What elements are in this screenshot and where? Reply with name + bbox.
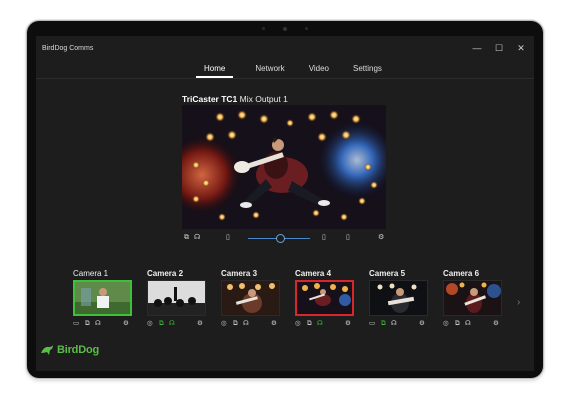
headphones-icon[interactable]: ☊	[391, 320, 397, 328]
gear-icon[interactable]: ⚙	[345, 320, 351, 328]
gear-icon[interactable]: ⚙	[123, 320, 129, 328]
copy-icon[interactable]: ⧉	[233, 320, 238, 328]
copy-icon[interactable]: ⧉	[159, 320, 164, 328]
copy-icon[interactable]: ⧉	[307, 320, 312, 328]
gear-icon[interactable]: ⚙	[378, 233, 384, 242]
camera-icons: ◎ ⧉ ☊ ⚙	[221, 320, 283, 329]
gear-icon[interactable]: ⚙	[197, 320, 203, 328]
birddog-logo: BirdDog	[40, 344, 99, 356]
gear-icon[interactable]: ⚙	[271, 320, 277, 328]
camera-thumbnail[interactable]	[369, 280, 428, 316]
volume-slider-knob[interactable]	[276, 234, 285, 243]
camera-thumbnail[interactable]	[295, 280, 354, 316]
tab-settings[interactable]: Settings	[353, 64, 382, 78]
nav-tabs: Home Network Video Settings	[186, 64, 394, 78]
eye-icon[interactable]: ◎	[221, 320, 227, 328]
source-output: Mix Output 1	[239, 94, 288, 104]
headphones-icon[interactable]: ☊	[317, 320, 323, 328]
main-source-title: TriCaster TC1 Mix Output 1	[182, 94, 288, 104]
camera-thumbnail[interactable]	[73, 280, 132, 316]
battery-icon: ▭	[73, 320, 80, 327]
source-name: TriCaster TC1	[182, 94, 238, 104]
title-bar: BirdDog Comms — ☐ ✕	[36, 36, 534, 62]
chevron-right-icon[interactable]: ›	[517, 297, 520, 308]
minimize-button[interactable]: —	[472, 42, 482, 54]
headphones-icon[interactable]: ☊	[169, 320, 175, 328]
camera-icons: ▭ ⧉ ☊ ⚙	[369, 320, 431, 329]
camera-icons: ▭ ⧉ ☊ ⚙	[73, 320, 135, 329]
copy-icon[interactable]: ⧉	[184, 233, 189, 242]
close-button[interactable]: ✕	[516, 42, 526, 54]
camera-label: Camera 4	[295, 269, 332, 278]
phone-icon[interactable]: ▯	[322, 233, 326, 242]
eye-icon[interactable]: ◎	[443, 320, 449, 328]
tab-home[interactable]: Home	[196, 64, 234, 78]
gear-icon[interactable]: ⚙	[493, 320, 499, 328]
copy-icon[interactable]: ⧉	[381, 320, 386, 328]
window-controls: — ☐ ✕	[472, 42, 526, 54]
camera-tile[interactable]: Camera 5 ▭ ⧉ ☊ ⚙	[369, 269, 431, 339]
camera-icons: ◎ ⧉ ☊ ⚙	[443, 320, 505, 329]
tabs-divider	[36, 78, 534, 79]
camera-label: Camera 3	[221, 269, 258, 278]
camera-tile[interactable]: Camera 1 ▭ ⧉ ☊ ⚙	[73, 269, 135, 339]
camera-strip: Camera 1 ▭ ⧉ ☊ ⚙ Camera 2 ◎ ⧉ ☊ ⚙ Camera…	[73, 269, 513, 339]
camera-tile[interactable]: Camera 4 ◎ ⧉ ☊ ⚙	[295, 269, 357, 339]
camera-tile[interactable]: Camera 2 ◎ ⧉ ☊ ⚙	[147, 269, 209, 339]
main-video-preview[interactable]	[182, 105, 386, 229]
app-window: BirdDog Comms — ☐ ✕ Home Network Video S…	[36, 36, 534, 371]
camera-thumbnail[interactable]	[443, 280, 502, 316]
phone-icon[interactable]: ▯	[226, 233, 230, 242]
maximize-button[interactable]: ☐	[494, 42, 504, 54]
camera-label: Camera 6	[443, 269, 480, 278]
tab-network[interactable]: Network	[255, 64, 284, 78]
camera-thumbnail[interactable]	[147, 280, 206, 316]
headphones-icon[interactable]: ☊	[243, 320, 249, 328]
camera-label: Camera 1	[73, 269, 109, 278]
copy-icon[interactable]: ⧉	[455, 320, 460, 328]
preview-controls: ⧉ ☊ ▯ ▯ ▯ ⚙	[182, 231, 386, 245]
eye-icon[interactable]: ◎	[295, 320, 301, 328]
phone-icon[interactable]: ▯	[346, 233, 350, 242]
camera-label: Camera 5	[369, 269, 406, 278]
battery-icon: ▭	[369, 320, 376, 327]
copy-icon[interactable]: ⧉	[85, 320, 90, 328]
camera-tile[interactable]: Camera 3 ◎ ⧉ ☊ ⚙	[221, 269, 283, 339]
headphones-icon[interactable]: ☊	[465, 320, 471, 328]
camera-tile[interactable]: Camera 6 ◎ ⧉ ☊ ⚙	[443, 269, 505, 339]
camera-icons: ◎ ⧉ ☊ ⚙	[147, 320, 209, 329]
bird-icon	[41, 345, 53, 355]
gear-icon[interactable]: ⚙	[419, 320, 425, 328]
tablet-camera-bar	[27, 27, 543, 31]
logo-text: BirdDog	[57, 344, 99, 356]
camera-thumbnail[interactable]	[221, 280, 280, 316]
camera-icons: ◎ ⧉ ☊ ⚙	[295, 320, 357, 329]
tab-video[interactable]: Video	[309, 64, 329, 78]
headphones-icon[interactable]: ☊	[194, 233, 200, 242]
camera-label: Camera 2	[147, 269, 184, 278]
eye-icon[interactable]: ◎	[147, 320, 153, 328]
app-title: BirdDog Comms	[42, 45, 94, 52]
headphones-icon[interactable]: ☊	[95, 320, 101, 328]
